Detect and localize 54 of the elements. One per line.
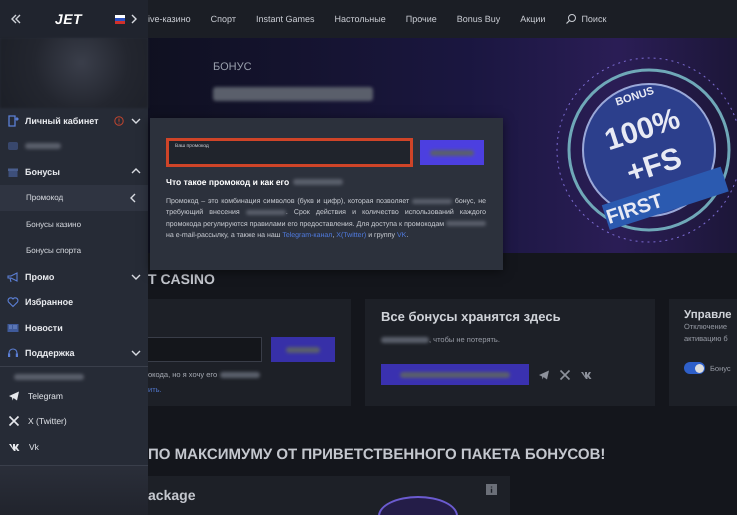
heart-icon [7, 296, 19, 308]
blurred-text [293, 179, 344, 185]
social-link[interactable]: Telegram [0, 383, 148, 408]
blurred-text [14, 374, 84, 380]
x-icon[interactable] [559, 368, 571, 381]
nav-link[interactable]: Спорт [210, 14, 236, 24]
nav-link[interactable]: Прочие [406, 14, 437, 24]
nav-link[interactable]: Настольные [334, 14, 386, 24]
blurred-text [246, 210, 286, 215]
paper-plane-icon[interactable] [538, 368, 550, 381]
nav-link[interactable]: Акции [520, 14, 546, 24]
social-link[interactable]: X (Twitter) [0, 408, 148, 434]
subscribe-button[interactable] [381, 364, 529, 386]
menu-item[interactable]: Поддержка [0, 340, 148, 366]
logo[interactable]: JET [54, 11, 82, 27]
social-link[interactable]: Vk [0, 434, 148, 460]
news-icon [7, 322, 19, 334]
blurred-text [220, 372, 260, 378]
toggle-switch[interactable] [684, 362, 705, 374]
card-title: ackage [148, 487, 196, 506]
blurred-text [430, 150, 474, 156]
menu-item[interactable]: Промо [0, 264, 148, 290]
search-link[interactable]: Поиск [565, 13, 606, 25]
submenu-item[interactable]: Промокод [0, 184, 148, 211]
blurred-text [446, 221, 486, 226]
x-icon [8, 415, 20, 428]
blurred-text [286, 346, 320, 353]
nav-link[interactable]: Bonus Buy [456, 14, 500, 24]
blurred-text [412, 198, 452, 204]
menu-item[interactable]: Новости [0, 315, 148, 340]
paper-plane-icon [8, 390, 20, 402]
nav-link[interactable]: ive-казино [148, 14, 191, 24]
info-icon[interactable] [486, 484, 497, 496]
search-icon [565, 13, 578, 25]
headset-icon [7, 347, 19, 360]
submenu-item[interactable]: Бонусы казино [0, 211, 148, 238]
door-icon [7, 114, 19, 127]
section-heading: T CASINO [148, 271, 216, 288]
promo-code-field[interactable] [148, 337, 262, 362]
double-chevron-icon[interactable] [10, 13, 22, 25]
megaphone-icon [7, 270, 19, 283]
blurred-text [25, 143, 61, 150]
menu-item[interactable]: Личный кабинет [0, 108, 148, 134]
card-title: Управле [684, 309, 733, 322]
card-title: Все бонусы хранятся здесь [381, 309, 562, 324]
nav-link[interactable]: Instant Games [256, 14, 315, 24]
flag-icon[interactable] [115, 14, 125, 24]
popup-heading: Что такое промокод и как его [166, 177, 290, 187]
section-heading: ПО МАКСИМУМУ ОТ ПРИВЕТСТВЕННОГО ПАКЕТА БОНУСОВ! [148, 446, 606, 464]
submenu-item[interactable]: Бонусы спорта [0, 238, 148, 264]
blurred-text [381, 336, 429, 343]
menu-item[interactable]: Избранное [0, 290, 148, 315]
hero-label: БОНУС [213, 61, 253, 73]
menu-item[interactable]: Бонусы [0, 159, 148, 184]
